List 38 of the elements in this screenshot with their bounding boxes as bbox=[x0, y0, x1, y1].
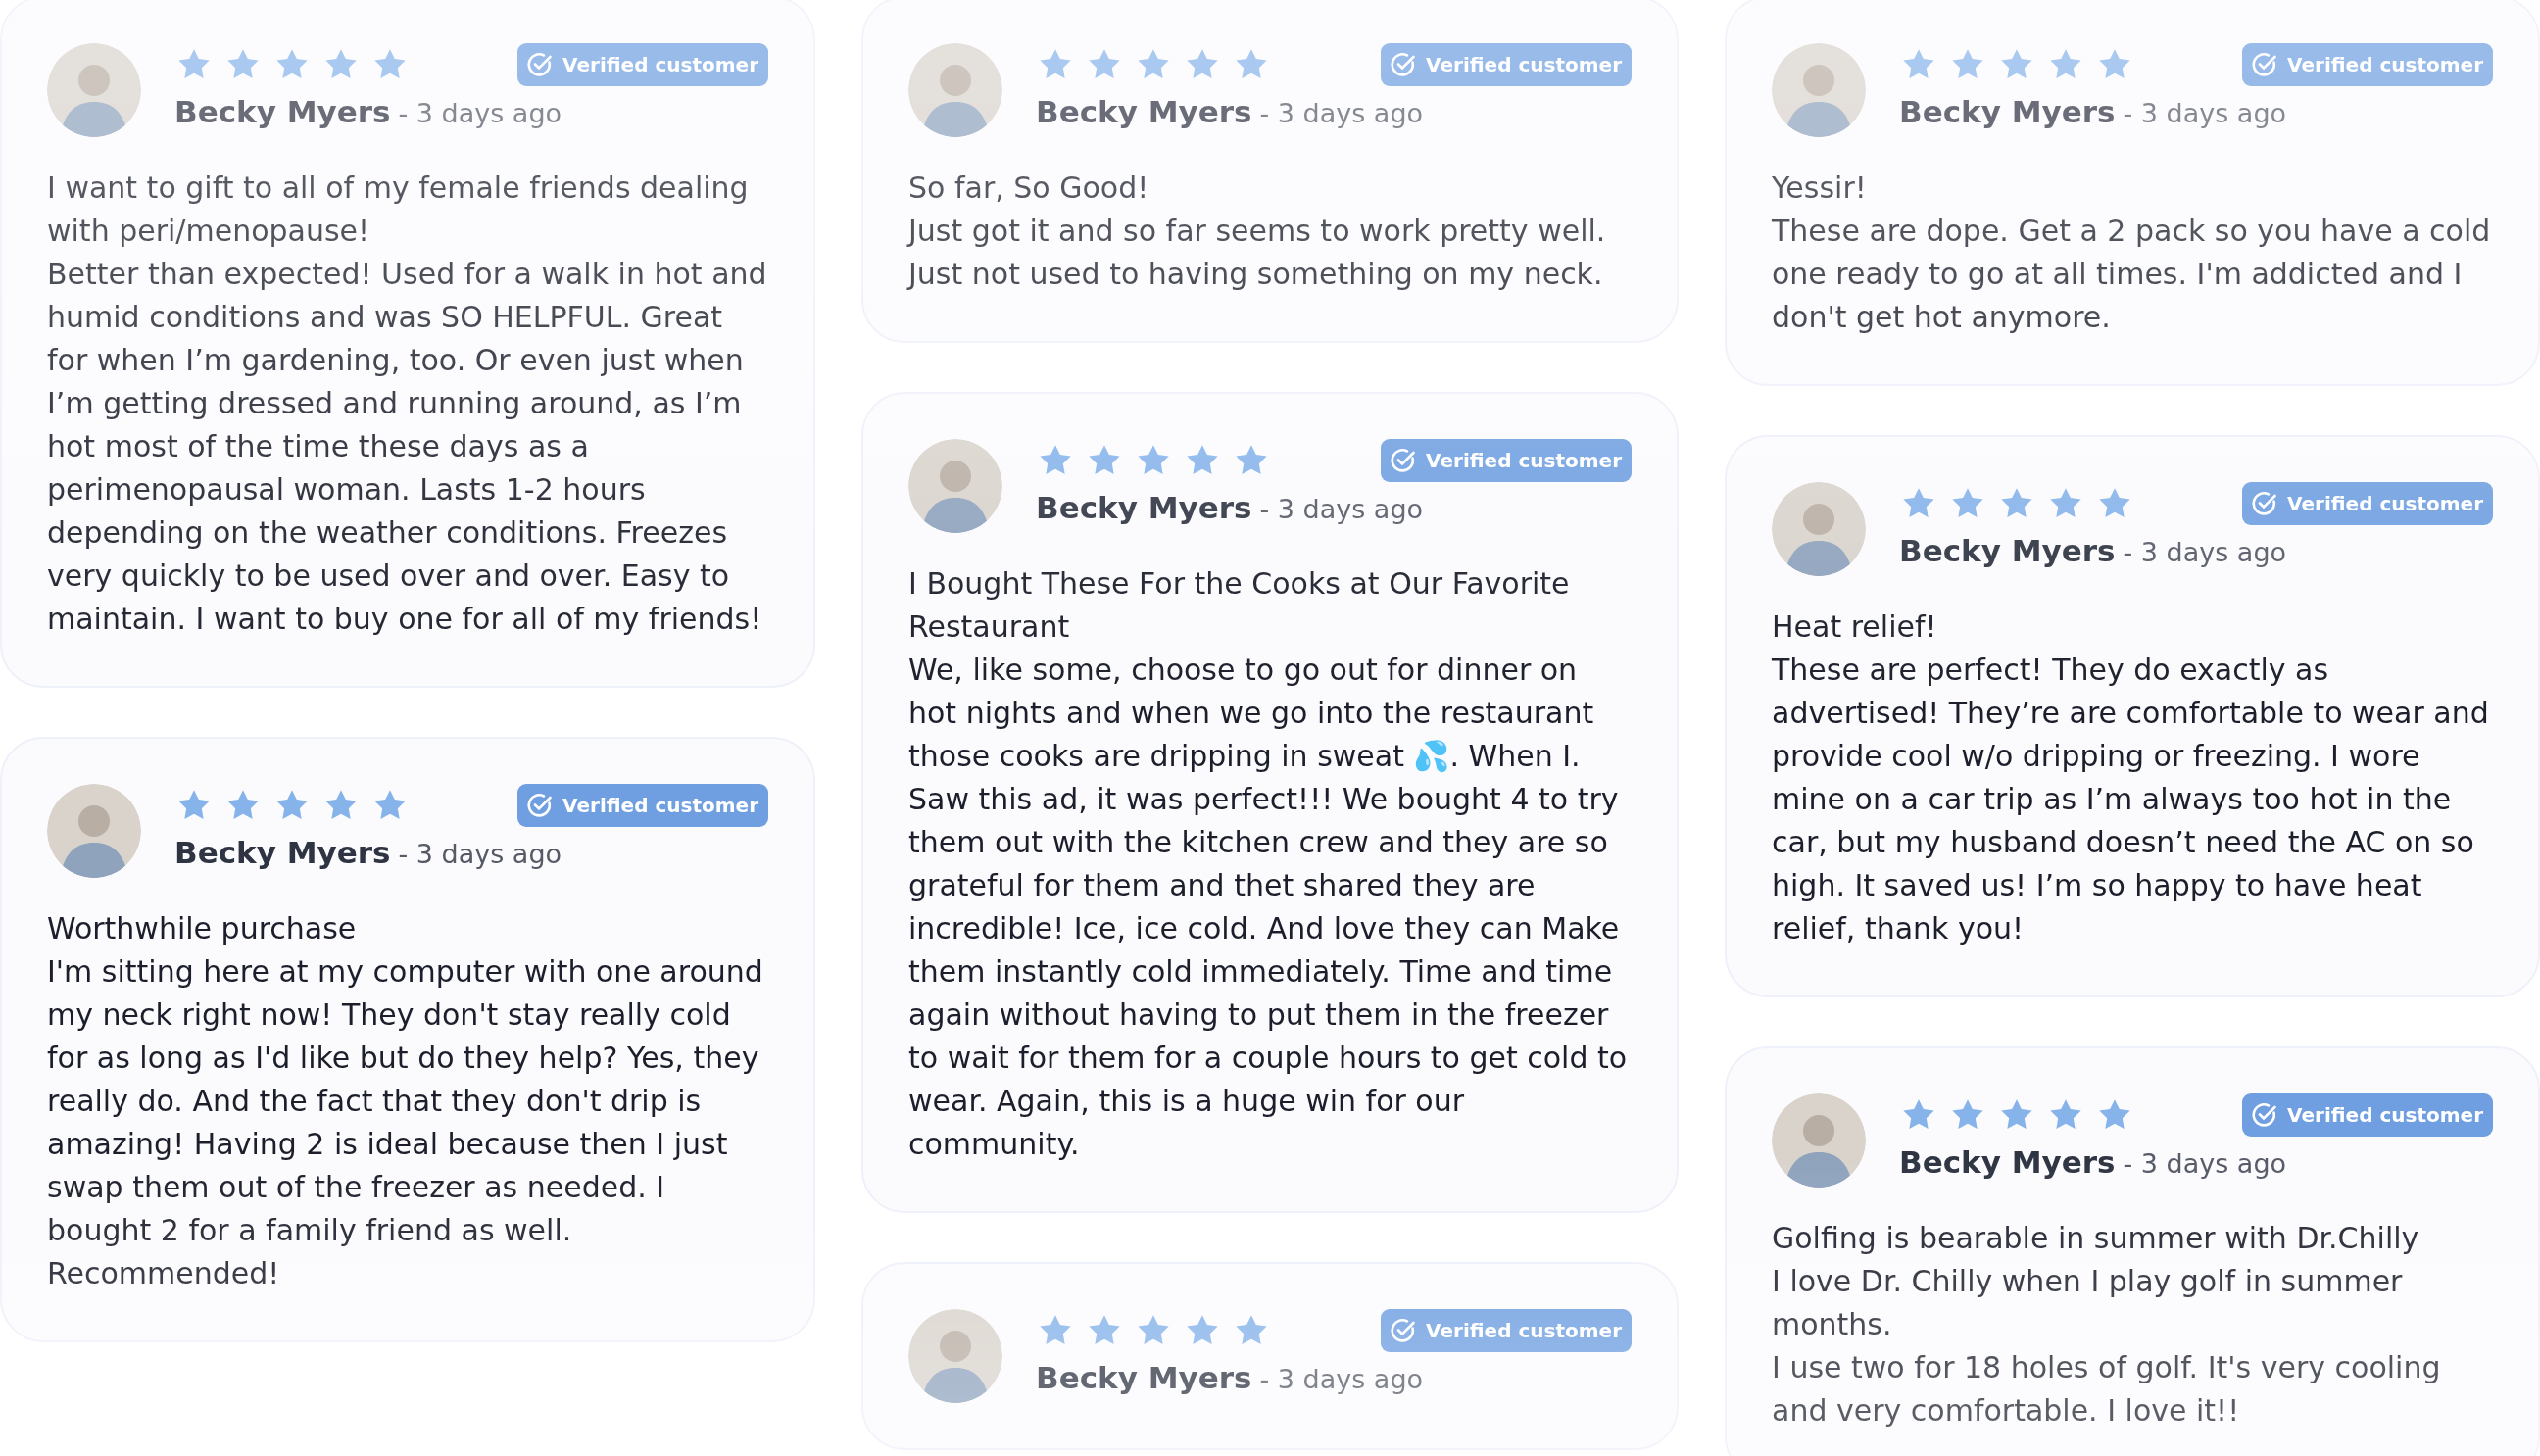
review-text: Just got it and so far seems to work pretty well. Just not used to having something on my neck. bbox=[908, 213, 1607, 293]
verified-badge: Verified customer bbox=[517, 784, 768, 827]
verified-badge: Verified customer bbox=[517, 43, 768, 86]
reviewer-name: Becky Myers bbox=[1036, 94, 1252, 129]
review-time: - 3 days ago bbox=[2123, 537, 2287, 567]
verified-badge: Verified customer bbox=[1381, 439, 1632, 482]
reviewer-name: Becky Myers bbox=[1036, 490, 1252, 525]
review-text: These are perfect! They do exactly as advertised! They’re are comfortable to wear and provide cool w/o dripping or freezing. I wore mine on a car trip as I’m always too hot in the car, but my husband doesn’t need the AC on so high. It saved us! I’m so happy to have heat relief, thank you! bbox=[1772, 652, 2490, 947]
review-time: - 3 days ago bbox=[2123, 98, 2287, 128]
reviewer-name: Becky Myers bbox=[1899, 533, 2116, 568]
review-time: - 3 days ago bbox=[2123, 1148, 2287, 1179]
review-text: I love Dr. Chilly when I play golf in summer months. I use two for 18 holes of golf. It's very cooling and very comfortable. I love it!! bbox=[1772, 1263, 2442, 1430]
reviewer-name: Becky Myers bbox=[1899, 1144, 2116, 1180]
review-time: - 3 days ago bbox=[398, 98, 562, 128]
review-time: - 3 days ago bbox=[1259, 494, 1424, 524]
review-title: Heat relief! bbox=[1772, 608, 1938, 646]
review-text: Better than expected! Used for a walk in hot and humid conditions and was SO HELPFUL. Great for when I’m gardening, too. Or even just when I’m getting dressed and running around, as I’m hot most of the time these days as a perimenopausal woman. Lasts 1-2 hours depending on the weather conditions. Freezes very quickly to be used over and over. Easy to maintain. I want to buy one for all of my friends! bbox=[47, 256, 768, 638]
verified-badge: Verified customer bbox=[2242, 1093, 2493, 1137]
review-time: - 3 days ago bbox=[1259, 1364, 1424, 1394]
reviewer-name: Becky Myers bbox=[1036, 1360, 1252, 1395]
verified-badge: Verified customer bbox=[2242, 43, 2493, 86]
verified-badge: Verified customer bbox=[1381, 1309, 1632, 1352]
reviewer-name: Becky Myers bbox=[1899, 94, 2116, 129]
review-time: - 3 days ago bbox=[398, 839, 562, 869]
review-title: I want to gift to all of my female friends dealing with peri/menopause! bbox=[47, 170, 750, 250]
review-text: These are dope. Get a 2 pack so you have a cold one ready to go at all times. I'm addicted and I don't get hot anymore. bbox=[1772, 213, 2492, 336]
review-text: I'm sitting here at my computer with one around my neck right now! They don't stay really cold for as long as I'd like but do they help? Yes, they really do. And the fact that they don't drip is amazing! Having 2 is ideal because then I just swap them out of the freezer as needed. I bought 2 for a family friend as well. Recommended! bbox=[47, 953, 764, 1292]
review-text: We, like some, choose to go out for dinner on hot nights and when we go into the restaurant those cooks are dripping in sweat 💦. When I. Saw this ad, it was perfect!!! We bought 4 to try them out with the kitchen crew and they are so grateful for them and thet shared they are incredible! Ice, ice cold. And love they can Make them instantly cold immediately. Time and time again without having to put them in the freezer to wait for them for a couple hours to get cold to wear. Again, this is a huge win for our community. bbox=[908, 652, 1629, 1163]
reviewer-name: Becky Myers bbox=[174, 835, 391, 870]
reviewer-name: Becky Myers bbox=[174, 94, 391, 129]
review-title: I Bought These For the Cooks at Our Favorite Restaurant bbox=[908, 565, 1571, 646]
review-time: - 3 days ago bbox=[1259, 98, 1424, 128]
review-title: So far, So Good! bbox=[908, 170, 1150, 207]
review-title: Worthwhile purchase bbox=[47, 910, 358, 947]
verified-badge: Verified customer bbox=[1381, 43, 1632, 86]
verified-badge: Verified customer bbox=[2242, 482, 2493, 525]
review-title: Yessir! bbox=[1772, 170, 1868, 207]
review-title: Golfing is bearable in summer with Dr.Chilly bbox=[1772, 1220, 2420, 1257]
